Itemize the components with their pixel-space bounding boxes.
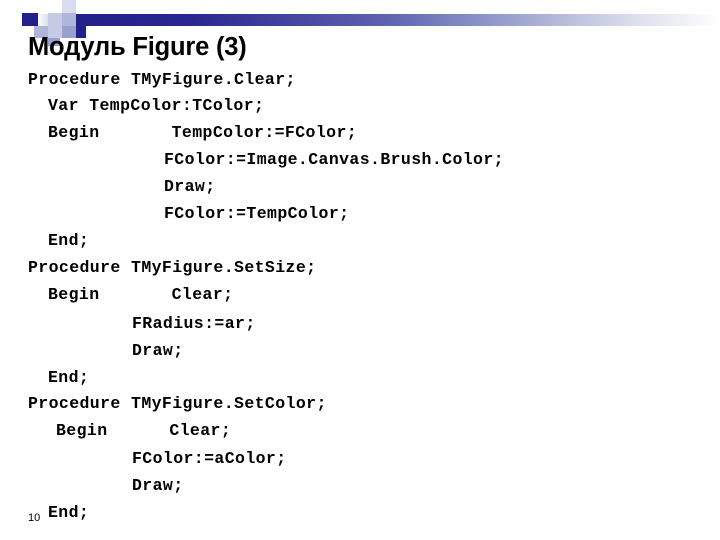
code-line: Begin TempColor:=FColor; xyxy=(48,123,358,142)
lavender-square-2 xyxy=(62,13,76,26)
lavender-square-1 xyxy=(48,13,62,26)
lavender-square-3 xyxy=(62,0,76,13)
code-line: End; xyxy=(48,368,90,387)
code-line: FRadius:=ar; xyxy=(132,314,256,333)
code-line: Procedure TMyFigure.SetColor; xyxy=(28,394,327,413)
code-line: Begin Clear; xyxy=(48,285,234,304)
code-line: Procedure TMyFigure.Clear; xyxy=(28,70,296,89)
code-line: FColor:=TempColor; xyxy=(164,204,350,223)
code-line: Draw; xyxy=(132,476,184,495)
gradient-bar xyxy=(76,14,720,26)
slide: Модуль Figure (3) Procedure TMyFigure.Cl… xyxy=(0,0,720,540)
code-line: End; xyxy=(48,231,90,250)
navy-square xyxy=(22,13,38,26)
code-line: FColor:=Image.Canvas.Brush.Color; xyxy=(164,150,504,169)
code-line: Var TempColor:TColor; xyxy=(48,96,265,115)
code-line: Procedure TMyFigure.SetSize; xyxy=(28,258,317,277)
code-line: Draw; xyxy=(132,341,184,360)
code-line: Draw; xyxy=(164,177,216,196)
page-title: Модуль Figure (3) xyxy=(28,33,247,61)
header-decoration-band xyxy=(0,0,720,46)
page-number: 10 xyxy=(28,512,41,524)
code-line: FColor:=aColor; xyxy=(132,449,287,468)
code-line: End; xyxy=(48,503,90,522)
code-line: Begin Clear; xyxy=(56,421,232,440)
